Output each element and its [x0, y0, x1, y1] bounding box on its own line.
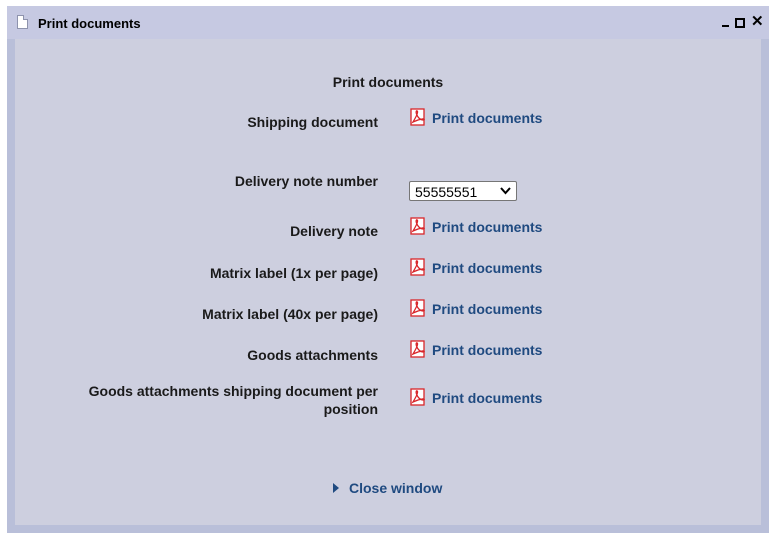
- delivery-note-number-value: 55555551: [415, 184, 478, 200]
- pdf-icon: [410, 217, 425, 235]
- page-heading: Print documents: [332, 74, 444, 90]
- document-icon: [17, 15, 28, 29]
- goods-attachments-per-position-print-link[interactable]: Print documents: [410, 388, 542, 406]
- triangle-right-icon: [333, 483, 339, 493]
- print-documents-link-text: Print documents: [432, 110, 543, 126]
- shipping-document-label: Shipping document: [247, 114, 378, 130]
- pdf-icon: [410, 108, 425, 126]
- shipping-document-print-link[interactable]: Print documents: [410, 108, 542, 126]
- print-documents-link-text: Print documents: [432, 342, 543, 358]
- content-panel: Print documents Shipping document Print …: [15, 39, 761, 525]
- matrix-label-40x-print-link[interactable]: Print documents: [410, 299, 542, 317]
- delivery-note-print-link[interactable]: Print documents: [410, 217, 542, 235]
- label-line-2: position: [323, 401, 378, 417]
- goods-attachments-label: Goods attachments: [247, 347, 378, 363]
- close-window-text: Close window: [349, 480, 443, 496]
- matrix-label-40x-label: Matrix label (40x per page): [202, 306, 378, 322]
- print-documents-link-text: Print documents: [432, 301, 543, 317]
- matrix-label-1x-print-link[interactable]: Print documents: [410, 258, 542, 276]
- window-title: Print documents: [38, 16, 141, 31]
- label-line-1: Goods attachments shipping document per: [88, 383, 378, 399]
- print-documents-window: Print documents ✕ Print documents Shippi…: [7, 6, 769, 533]
- pdf-icon: [410, 388, 425, 406]
- matrix-label-1x-label: Matrix label (1x per page): [209, 265, 378, 281]
- print-documents-link-text: Print documents: [432, 390, 543, 406]
- goods-attachments-print-link[interactable]: Print documents: [410, 340, 542, 358]
- pdf-icon: [410, 258, 425, 276]
- pdf-icon: [410, 340, 425, 358]
- print-documents-link-text: Print documents: [432, 260, 543, 276]
- pdf-icon: [410, 299, 425, 317]
- close-window-link[interactable]: Close window: [333, 480, 442, 496]
- delivery-note-label: Delivery note: [290, 223, 378, 239]
- chevron-down-icon: [500, 187, 511, 195]
- delivery-note-number-select[interactable]: 55555551: [409, 181, 517, 201]
- window-titlebar[interactable]: Print documents ✕: [7, 6, 769, 39]
- delivery-note-number-label: Delivery note number: [234, 173, 378, 189]
- maximize-button[interactable]: [734, 15, 746, 29]
- minimize-button[interactable]: [720, 15, 732, 29]
- goods-attachments-per-position-label: Goods attachments shipping document per …: [38, 382, 378, 418]
- print-documents-link-text: Print documents: [432, 219, 543, 235]
- close-button[interactable]: ✕: [751, 14, 764, 29]
